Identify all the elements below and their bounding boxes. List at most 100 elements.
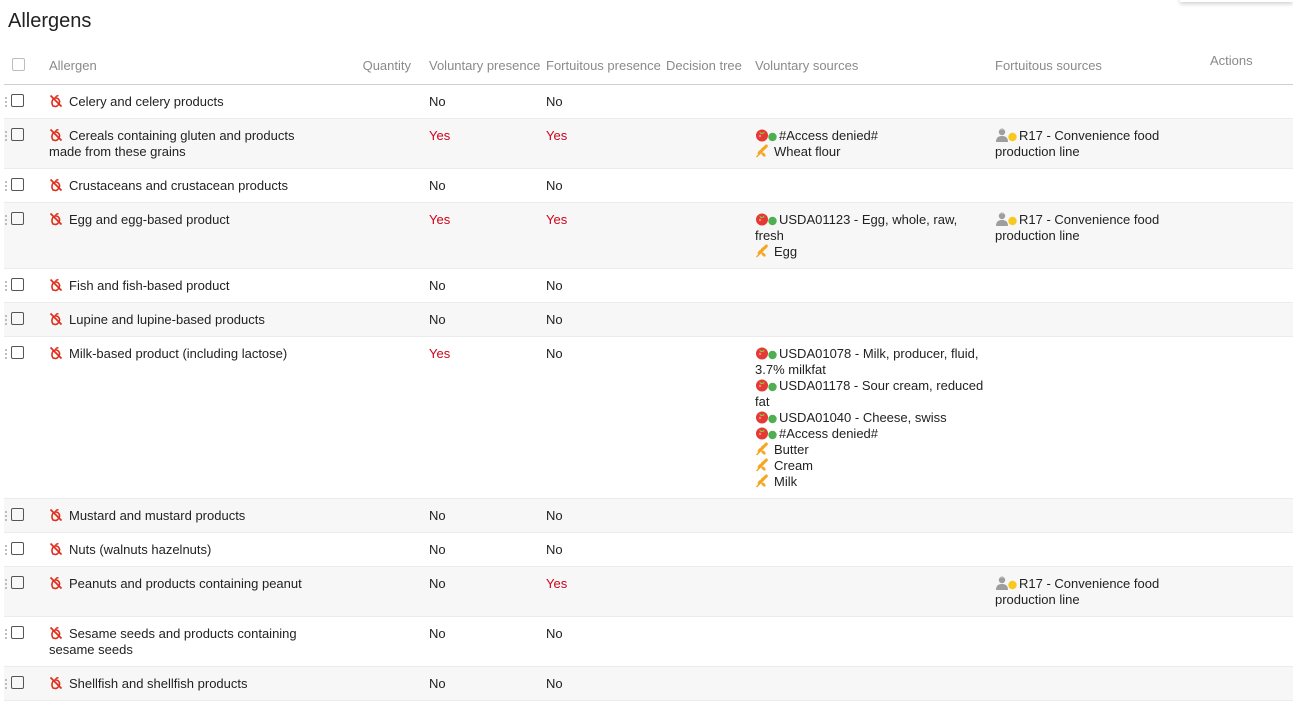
table-row[interactable]: Lupine and lupine-based products No No	[4, 302, 1293, 337]
voluntary-source-item[interactable]: USDA01178 - Sour cream, reduced fat	[755, 378, 985, 410]
drag-handle[interactable]	[5, 578, 7, 590]
drag-handle[interactable]	[5, 544, 7, 556]
allergen-name: Nuts (walnuts hazelnuts)	[69, 542, 212, 557]
row-checkbox[interactable]	[11, 542, 24, 555]
voluntary-source-item[interactable]: USDA01078 - Milk, producer, fluid, 3.7% …	[755, 346, 985, 378]
row-checkbox[interactable]	[11, 346, 24, 359]
fortuitous-source-item[interactable]: R17 - Convenience food production line	[995, 576, 1170, 608]
row-checkbox[interactable]	[11, 178, 24, 191]
fortuitous-presence-value: No	[546, 542, 563, 557]
allergen-cell: Crustaceans and crustacean products	[49, 168, 315, 203]
row-checkbox[interactable]	[11, 278, 24, 291]
voluntary-source-item[interactable]: #Access denied#	[755, 128, 985, 144]
allergen-cell: Peanuts and products containing peanut	[49, 566, 315, 617]
voluntary-sources-cell	[755, 84, 995, 119]
row-checkbox[interactable]	[11, 508, 24, 521]
table-row[interactable]: Nuts (walnuts hazelnuts) No No	[4, 532, 1293, 567]
actions-cell	[1210, 666, 1293, 701]
fortuitous-presence-cell: No	[546, 268, 666, 303]
fortuitous-presence-value: No	[546, 676, 563, 691]
table-row[interactable]: Celery and celery products No No	[4, 84, 1293, 119]
row-checkbox[interactable]	[11, 312, 24, 325]
fortuitous-presence-cell: No	[546, 532, 666, 567]
actions-cell	[1210, 168, 1293, 203]
col-header-decision-tree[interactable]: Decision tree	[666, 46, 755, 85]
voluntary-sources-cell: USDA01078 - Milk, producer, fluid, 3.7% …	[755, 336, 995, 499]
actions-cell	[1210, 302, 1293, 337]
col-header-fortuitous-presence[interactable]: Fortuitous presence	[546, 46, 666, 85]
drag-handle[interactable]	[5, 348, 7, 360]
voluntary-source-label: USDA01123 - Egg, whole, raw, fresh	[755, 212, 958, 243]
voluntary-presence-value: No	[429, 542, 446, 557]
fortuitous-source-item[interactable]: R17 - Convenience food production line	[995, 212, 1170, 244]
allergen-strikethrough-icon	[49, 542, 63, 556]
production-line-person-icon	[996, 212, 1017, 226]
select-all-checkbox[interactable]	[12, 57, 25, 71]
voluntary-sources-cell: USDA01123 - Egg, whole, raw, fresh Egg	[755, 202, 995, 269]
row-select-cell	[4, 268, 49, 303]
actions-cell	[1210, 268, 1293, 303]
actions-cell	[1210, 118, 1293, 169]
voluntary-source-item[interactable]: Wheat flour	[755, 144, 985, 160]
fortuitous-presence-cell: No	[546, 336, 666, 499]
col-header-quantity[interactable]: Quantity	[315, 46, 429, 85]
drag-handle[interactable]	[5, 510, 7, 522]
fortuitous-presence-value: No	[546, 278, 563, 293]
fortuitous-presence-value: No	[546, 312, 563, 327]
voluntary-presence-value: No	[429, 576, 446, 591]
drag-handle[interactable]	[5, 180, 7, 192]
fortuitous-source-item[interactable]: R17 - Convenience food production line	[995, 128, 1170, 160]
voluntary-source-item[interactable]: #Access denied#	[755, 426, 985, 442]
col-header-voluntary-presence[interactable]: Voluntary presence	[429, 46, 546, 85]
table-row[interactable]: Fish and fish-based product No No	[4, 268, 1293, 303]
voluntary-presence-cell: No	[429, 666, 546, 701]
voluntary-source-label: Milk	[774, 474, 798, 489]
voluntary-source-item[interactable]: Butter	[755, 442, 985, 458]
voluntary-source-item[interactable]: USDA01123 - Egg, whole, raw, fresh	[755, 212, 985, 244]
raw-material-tomato-icon	[756, 129, 777, 142]
col-header-allergen[interactable]: Allergen	[49, 46, 315, 85]
table-row[interactable]: Mustard and mustard products No No	[4, 498, 1293, 533]
row-checkbox[interactable]	[11, 94, 24, 107]
row-checkbox[interactable]	[11, 626, 24, 639]
row-select-cell	[4, 118, 49, 169]
table-row[interactable]: Peanuts and products containing peanut No…	[4, 566, 1293, 617]
voluntary-sources-cell: #Access denied# Wheat flour	[755, 118, 995, 169]
voluntary-sources-cell	[755, 566, 995, 617]
voluntary-source-item[interactable]: Milk	[755, 474, 985, 490]
drag-handle[interactable]	[5, 96, 7, 108]
drag-handle[interactable]	[5, 678, 7, 690]
table-row[interactable]: Cereals containing gluten and products m…	[4, 118, 1293, 169]
allergen-name: Sesame seeds and products containing ses…	[49, 626, 297, 657]
drag-handle[interactable]	[5, 130, 7, 142]
fortuitous-sources-cell	[995, 268, 1210, 303]
voluntary-presence-value: No	[429, 278, 446, 293]
allergen-strikethrough-icon	[49, 94, 63, 108]
row-checkbox[interactable]	[11, 576, 24, 589]
fortuitous-presence-value: No	[546, 508, 563, 523]
table-row[interactable]: Sesame seeds and products containing ses…	[4, 616, 1293, 667]
allergen-name: Mustard and mustard products	[69, 508, 246, 523]
table-row[interactable]: Milk-based product (including lactose) Ye…	[4, 336, 1293, 499]
allergen-strikethrough-icon	[49, 508, 63, 522]
table-row[interactable]: Egg and egg-based product Yes Yes USDA01123…	[4, 202, 1293, 269]
row-select-cell	[4, 616, 49, 667]
col-header-fortuitous-sources[interactable]: Fortuitous sources	[995, 46, 1210, 85]
allergen-cell: Milk-based product (including lactose)	[49, 336, 315, 499]
row-checkbox[interactable]	[11, 128, 24, 141]
voluntary-presence-value: No	[429, 94, 446, 109]
table-row[interactable]: Crustaceans and crustacean products No No	[4, 168, 1293, 203]
drag-handle[interactable]	[5, 280, 7, 292]
voluntary-source-item[interactable]: Egg	[755, 244, 985, 260]
allergen-cell: Mustard and mustard products	[49, 498, 315, 533]
row-checkbox[interactable]	[11, 212, 24, 225]
table-row[interactable]: Shellfish and shellfish products No No	[4, 666, 1293, 701]
drag-handle[interactable]	[5, 314, 7, 326]
voluntary-source-item[interactable]: USDA01040 - Cheese, swiss	[755, 410, 985, 426]
row-checkbox[interactable]	[11, 676, 24, 689]
drag-handle[interactable]	[5, 214, 7, 226]
voluntary-source-item[interactable]: Cream	[755, 458, 985, 474]
voluntary-sources-cell	[755, 666, 995, 701]
col-header-voluntary-sources[interactable]: Voluntary sources	[755, 46, 995, 85]
drag-handle[interactable]	[5, 628, 7, 640]
